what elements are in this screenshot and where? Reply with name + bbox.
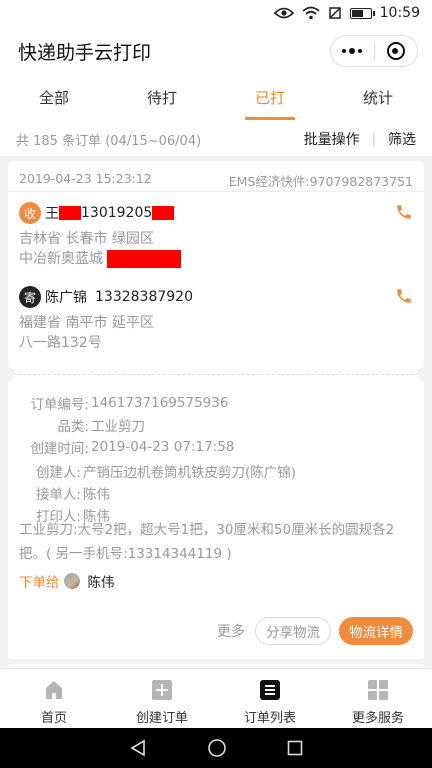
creator-value: 产销压边机卷筒机铁皮剪刀(陈广锦)	[83, 465, 297, 481]
summary-divider: |	[371, 131, 376, 147]
order-tabs: 全部 待打 已打 统计	[0, 76, 432, 122]
print-time: 2019-04-23 15:23:12	[19, 171, 152, 186]
status-bar: 10:59	[0, 0, 432, 26]
detail-label: 接单人:	[35, 487, 81, 503]
receiver-block: 收 王 13019205 吉林省 长春市 绿园区 中冶新奥蓝城	[19, 201, 413, 269]
tabbar-label: 首页	[40, 711, 67, 726]
assign-row: 下单给 陈伟	[19, 571, 115, 591]
back-icon[interactable]	[129, 739, 147, 757]
more-menu-button[interactable]	[331, 36, 374, 66]
list-icon	[260, 680, 280, 700]
order-card-header: 2019-04-23 15:23:12 EMS经济快件:970798287375…	[19, 171, 413, 190]
tabbar-item-more-services[interactable]: 更多服务	[324, 669, 432, 728]
battery-icon	[349, 7, 375, 19]
receiver-address-region: 吉林省 长春市 绿园区	[19, 231, 154, 247]
wifi-icon	[302, 6, 320, 20]
order-details: 订单编号: 1461737169575936 品类: 工业剪刀 创建时间: 20…	[19, 392, 413, 458]
detail-label: 创建时间:	[30, 441, 89, 457]
receiver-badge: 收	[19, 202, 41, 224]
more-button[interactable]: 更多	[217, 621, 245, 641]
detail-label: 品类:	[57, 419, 89, 435]
tab-all[interactable]: 全部	[0, 76, 108, 122]
carrier-tracking: EMS经济快件:9707982873751	[228, 174, 413, 189]
eye-icon	[273, 7, 294, 19]
detail-row: 接单人: 陈伟	[19, 482, 413, 504]
home-circle-icon[interactable]	[207, 738, 227, 758]
order-number: 1461737169575936	[91, 395, 229, 411]
phone-icon[interactable]	[395, 287, 413, 305]
system-navigation-bar	[0, 728, 432, 768]
sender-phone: 13328387920	[95, 289, 193, 305]
grid-icon	[368, 680, 388, 700]
created-time: 2019-04-23 07:17:58	[91, 439, 235, 455]
order-note: 工业剪刀:大号2把，超大号1把，30厘米和50厘米长的圆规各2 把。( 另一手机…	[19, 518, 413, 566]
receiver-name: 王	[45, 206, 59, 222]
redaction-block	[59, 206, 81, 220]
sender-name: 陈广锦	[45, 290, 87, 306]
ticket-notch	[417, 367, 431, 381]
page-title: 快递助手云打印	[18, 41, 152, 64]
batch-operation-button[interactable]: 批量操作	[304, 129, 360, 149]
receiver-phone: 13019205	[81, 205, 153, 221]
mini-program-capsule	[330, 35, 418, 67]
logistics-detail-button[interactable]: 物流详情	[339, 617, 413, 645]
receiver-address-detail-row: 中冶新奥蓝城	[19, 249, 413, 269]
tabbar-label: 订单列表	[243, 711, 296, 726]
dashed-divider	[8, 374, 424, 375]
redaction-block	[152, 206, 175, 220]
recents-icon[interactable]	[287, 740, 303, 756]
ticket-notch	[1, 367, 15, 381]
sender-address-region: 福建省 南平市 延平区	[19, 315, 154, 331]
tab-printed[interactable]: 已打	[216, 76, 324, 122]
detail-label: 创建人:	[35, 465, 81, 481]
status-time: 10:59	[379, 5, 420, 21]
category-value: 工业剪刀	[91, 419, 145, 435]
receiver-agent-value: 陈伟	[83, 487, 110, 503]
order-count: 共 185 条订单 (04/15~06/04)	[16, 133, 202, 149]
detail-label: 订单编号:	[30, 397, 89, 413]
tab-statistics[interactable]: 统计	[324, 76, 432, 122]
detail-row: 创建人: 产销压边机卷筒机铁皮剪刀(陈广锦)	[19, 460, 413, 482]
bottom-tab-bar: 首页 创建订单 订单列表 更多服务	[0, 668, 432, 728]
assign-label: 下单给	[19, 575, 60, 591]
tabbar-label: 创建订单	[135, 711, 188, 726]
note-line: 把。( 另一手机号:13314344119 )	[19, 546, 232, 562]
divider	[8, 191, 424, 192]
tab-pending[interactable]: 待打	[108, 76, 216, 122]
share-logistics-button[interactable]: 分享物流	[255, 617, 331, 645]
tabbar-item-create-order[interactable]: 创建订单	[108, 669, 216, 728]
order-card[interactable]: 2019-04-23 15:23:12 EMS经济快件:970798287375…	[1, 161, 431, 659]
filter-button[interactable]: 筛选	[388, 129, 416, 149]
sender-badge: 寄	[19, 286, 41, 308]
close-mini-program-button[interactable]	[374, 36, 417, 66]
no-sim-icon	[328, 7, 341, 19]
tabbar-item-order-list[interactable]: 订单列表	[216, 669, 324, 728]
order-summary-bar: 共 185 条订单 (04/15~06/04) 批量操作 | 筛选	[0, 122, 432, 156]
order-people: 创建人: 产销压边机卷筒机铁皮剪刀(陈广锦) 接单人: 陈伟 打印人: 陈伟	[19, 460, 413, 526]
assignee-name: 陈伟	[87, 575, 115, 591]
app-header: 快递助手云打印	[0, 26, 432, 76]
target-icon	[386, 42, 405, 60]
tabbar-item-home[interactable]: 首页	[0, 669, 108, 728]
card-actions: 更多 分享物流 物流详情	[217, 617, 413, 645]
home-icon	[46, 681, 62, 699]
detail-row: 订单编号: 1461737169575936	[19, 392, 413, 414]
tabbar-label: 更多服务	[351, 711, 404, 726]
detail-row: 创建时间: 2019-04-23 07:17:58	[19, 436, 413, 458]
phone-icon[interactable]	[395, 203, 413, 221]
plus-square-icon	[152, 680, 172, 700]
note-line: 工业剪刀:大号2把，超大号1把，30厘米和50厘米长的圆规各2	[19, 522, 395, 538]
sender-block: 寄 陈广锦 13328387920 福建省 南平市 延平区 八一路132号	[19, 285, 413, 353]
receiver-address-detail: 中冶新奥蓝城	[19, 251, 103, 267]
detail-row: 品类: 工业剪刀	[19, 414, 413, 436]
sender-address-detail: 八一路132号	[19, 335, 102, 351]
avatar	[63, 573, 80, 589]
more-dots-icon	[342, 48, 363, 54]
redaction-block	[107, 250, 182, 268]
